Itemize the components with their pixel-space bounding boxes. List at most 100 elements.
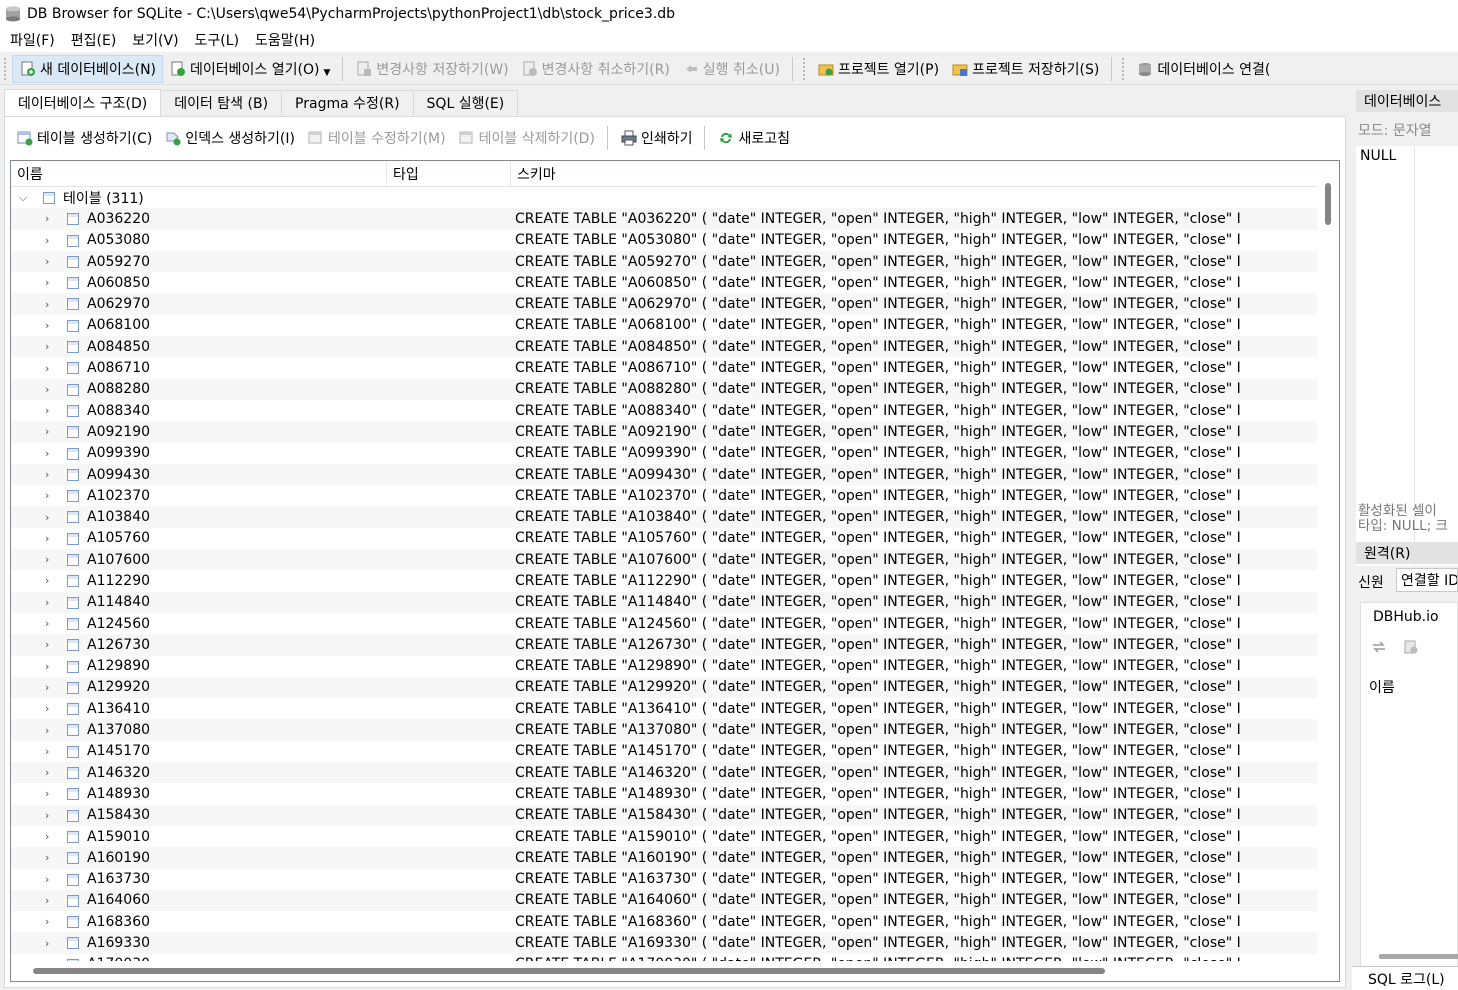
expand-arrow-icon[interactable]: › — [45, 511, 49, 524]
expand-arrow-icon[interactable]: › — [45, 851, 49, 864]
expand-arrow-icon[interactable]: › — [45, 468, 49, 481]
expand-arrow-icon[interactable]: › — [45, 447, 49, 460]
column-header-type[interactable]: 타입 — [387, 161, 511, 187]
table-row[interactable]: › A103840 CREATE TABLE "A103840" ( "date" … — [11, 506, 1317, 528]
expand-arrow-icon[interactable]: › — [45, 660, 49, 673]
table-row[interactable]: › A129920 CREATE TABLE "A129920" ( "date" … — [11, 676, 1317, 699]
expand-arrow-icon[interactable]: › — [45, 937, 49, 950]
menu-edit[interactable]: 편집(E) — [63, 30, 125, 50]
menu-file[interactable]: 파일(F) — [2, 30, 63, 50]
table-row[interactable]: › A102370 CREATE TABLE "A102370" ( "date" … — [11, 485, 1317, 506]
table-row[interactable]: › A088340 CREATE TABLE "A088340" ( "date" … — [11, 400, 1317, 421]
table-row[interactable]: › A060850 CREATE TABLE "A060850" ( "date" … — [11, 272, 1317, 293]
open-project-button[interactable]: 프로젝트 열기(P) — [811, 55, 945, 83]
save-project-button[interactable]: 프로젝트 저장하기(S) — [945, 55, 1105, 83]
expand-arrow-icon[interactable]: › — [45, 574, 49, 587]
table-row[interactable]: › A158430 CREATE TABLE "A158430" ( "date" … — [11, 804, 1317, 826]
tab-sql-log[interactable]: SQL 로그(L) — [1352, 966, 1458, 990]
table-row[interactable]: › A105760 CREATE TABLE "A105760" ( "date" … — [11, 528, 1317, 549]
expand-arrow-icon[interactable]: › — [45, 425, 49, 438]
expand-arrow-icon[interactable]: › — [45, 766, 49, 779]
table-row[interactable]: › A099390 CREATE TABLE "A099390" ( "date" … — [11, 443, 1317, 464]
expand-arrow-icon[interactable]: › — [45, 873, 49, 886]
vertical-scrollbar[interactable] — [1317, 161, 1339, 961]
expand-arrow-icon[interactable]: › — [45, 234, 49, 247]
expand-arrow-icon[interactable]: › — [45, 702, 49, 715]
column-header-name[interactable]: 이름 — [11, 161, 387, 187]
collapse-arrow-icon[interactable]: ⌵ — [19, 191, 27, 205]
table-row[interactable]: › A092190 CREATE TABLE "A092190" ( "date" … — [11, 421, 1317, 443]
expand-arrow-icon[interactable]: › — [45, 894, 49, 907]
write-changes-button[interactable]: 변경사항 저장하기(W) — [349, 55, 514, 83]
expand-arrow-icon[interactable]: › — [45, 489, 49, 502]
identity-select[interactable]: 연결할 ID — [1396, 568, 1458, 592]
tab-database-structure[interactable]: 데이터베이스 구조(D) — [4, 89, 162, 116]
toolbar-grip[interactable] — [802, 57, 807, 80]
table-row[interactable]: › A159010 CREATE TABLE "A159010" ( "date" … — [11, 826, 1317, 847]
expand-arrow-icon[interactable]: › — [45, 383, 49, 396]
expand-arrow-icon[interactable]: › — [45, 362, 49, 375]
edit-cell-panel-title[interactable]: 데이터베이스 — [1356, 90, 1458, 112]
tree-root-tables[interactable]: ⌵ 테이블 (311) — [11, 187, 1317, 208]
revert-changes-button[interactable]: 변경사항 취소하기(R) — [515, 55, 676, 83]
tab-browse-data[interactable]: 데이터 탐색 (B) — [160, 90, 283, 115]
table-row[interactable]: › A036220 CREATE TABLE "A036220" ( "date" … — [11, 208, 1317, 230]
schema-tree-view[interactable]: 이름 타입 스키마 ⌵ 테이블 (311) › A036220 CREATE TAB… — [10, 160, 1340, 982]
table-row[interactable]: › A129890 CREATE TABLE "A129890" ( "date" … — [11, 656, 1317, 677]
delete-table-button[interactable]: 테이블 삭제하기(D) — [452, 124, 601, 152]
horizontal-scrollbar[interactable] — [11, 961, 1317, 981]
expand-arrow-icon[interactable]: › — [45, 404, 49, 417]
table-row[interactable]: › A112290 CREATE TABLE "A112290" ( "date" … — [11, 570, 1317, 591]
table-row[interactable]: › A146320 CREATE TABLE "A146320" ( "date" … — [11, 762, 1317, 784]
expand-arrow-icon[interactable]: › — [45, 212, 49, 225]
undo-button[interactable]: 실행 취소(U) — [676, 55, 786, 83]
table-row[interactable]: › A088280 CREATE TABLE "A088280" ( "date" … — [11, 378, 1317, 400]
expand-arrow-icon[interactable]: › — [45, 787, 49, 800]
expand-arrow-icon[interactable]: › — [45, 298, 49, 311]
expand-arrow-icon[interactable]: › — [45, 596, 49, 609]
menu-tools[interactable]: 도구(L) — [187, 30, 247, 50]
expand-arrow-icon[interactable]: › — [45, 724, 49, 737]
table-row[interactable]: › A164060 CREATE TABLE "A164060" ( "date" … — [11, 889, 1317, 912]
tab-edit-pragmas[interactable]: Pragma 수정(R) — [281, 90, 414, 115]
table-row[interactable]: › A145170 CREATE TABLE "A145170" ( "date" … — [11, 741, 1317, 762]
create-index-button[interactable]: 인덱스 생성하기(I) — [158, 124, 301, 152]
table-row[interactable]: › A163730 CREATE TABLE "A163730" ( "date" … — [11, 869, 1317, 890]
vertical-scrollbar-thumb[interactable] — [1325, 183, 1331, 225]
sync-icon[interactable] — [1371, 639, 1387, 659]
edit-mode-label[interactable]: 모드: 문자열 — [1358, 120, 1432, 140]
expand-arrow-icon[interactable]: › — [45, 553, 49, 566]
expand-arrow-icon[interactable]: › — [45, 340, 49, 353]
table-row[interactable]: › A137080 CREATE TABLE "A137080" ( "date" … — [11, 719, 1317, 741]
expand-arrow-icon[interactable]: › — [45, 532, 49, 545]
toolbar-grip[interactable] — [1122, 57, 1126, 80]
dropdown-arrow-icon[interactable]: ▼ — [323, 68, 330, 78]
expand-arrow-icon[interactable]: › — [45, 745, 49, 758]
column-header-schema[interactable]: 스키마 — [511, 161, 1317, 187]
database-icon[interactable] — [1403, 639, 1419, 659]
expand-arrow-icon[interactable]: › — [45, 915, 49, 928]
refresh-button[interactable]: 새로고침 — [711, 124, 796, 152]
remote-panel-title[interactable]: 원격(R) — [1356, 542, 1458, 564]
table-row[interactable]: › A053080 CREATE TABLE "A053080" ( "date" … — [11, 230, 1317, 251]
table-row[interactable]: › A169330 CREATE TABLE "A169330" ( "date" … — [11, 932, 1317, 954]
attach-database-button[interactable]: 데이터베이스 연결( — [1130, 55, 1276, 83]
table-row[interactable]: › A124560 CREATE TABLE "A124560" ( "date" … — [11, 613, 1317, 634]
horizontal-scrollbar-thumb[interactable] — [33, 968, 1105, 974]
menu-help[interactable]: 도움말(H) — [247, 30, 323, 50]
expand-arrow-icon[interactable]: › — [45, 638, 49, 651]
print-button[interactable]: 인쇄하기 — [614, 124, 699, 152]
open-database-button[interactable]: 데이터베이스 열기(O) ▼ — [163, 55, 336, 83]
table-row[interactable]: › A059270 CREATE TABLE "A059270" ( "date" … — [11, 250, 1317, 273]
expand-arrow-icon[interactable]: › — [45, 809, 49, 822]
table-row[interactable]: › A068100 CREATE TABLE "A068100" ( "date" … — [11, 315, 1317, 336]
create-table-button[interactable]: 테이블 생성하기(C) — [10, 124, 158, 152]
table-row[interactable]: › A099430 CREATE TABLE "A099430" ( "date" … — [11, 463, 1317, 486]
new-database-button[interactable]: 새 데이터베이스(N) — [12, 54, 164, 83]
table-row[interactable]: › A086710 CREATE TABLE "A086710" ( "date" … — [11, 357, 1317, 378]
table-row[interactable]: › A084850 CREATE TABLE "A084850" ( "date" … — [11, 336, 1317, 358]
modify-table-button[interactable]: 테이블 수정하기(M) — [301, 124, 452, 152]
table-row[interactable]: › A136410 CREATE TABLE "A136410" ( "date" … — [11, 698, 1317, 719]
table-row[interactable]: › A148930 CREATE TABLE "A148930" ( "date" … — [11, 783, 1317, 804]
expand-arrow-icon[interactable]: › — [45, 319, 49, 332]
